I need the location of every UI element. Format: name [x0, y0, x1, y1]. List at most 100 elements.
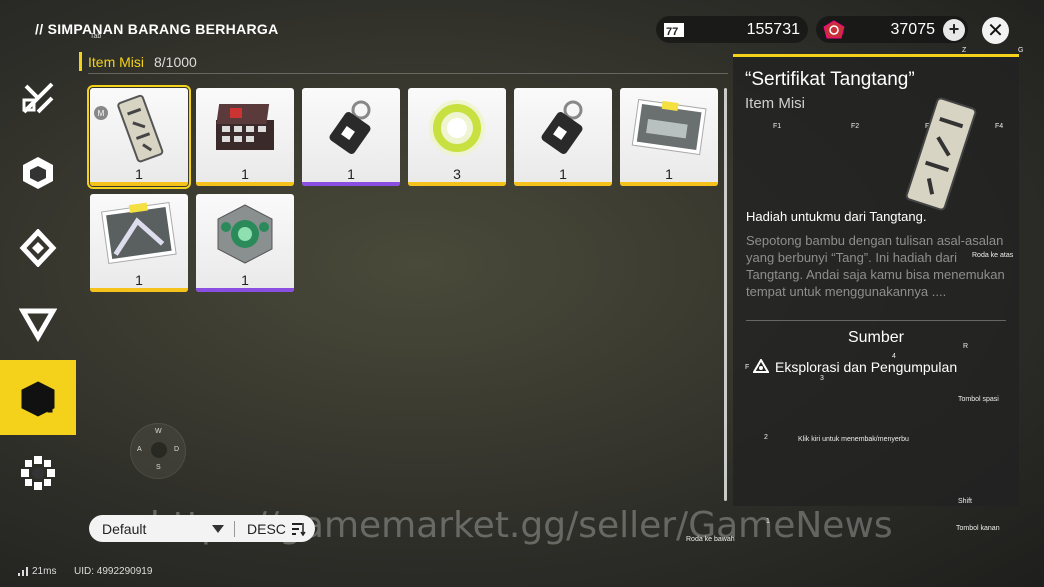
- item-card-photo-1[interactable]: 1: [620, 88, 718, 186]
- joy-a: A: [137, 446, 142, 453]
- hint-klik-kiri: Klik kiri untuk menembak/menyerbu: [798, 436, 909, 443]
- joy-w: W: [155, 428, 162, 435]
- item-card-keychain[interactable]: 1: [514, 88, 612, 186]
- item-qty: 1: [665, 166, 673, 182]
- sidebar-item-triangle[interactable]: [0, 285, 76, 360]
- combat-crossed-icon: [22, 82, 54, 113]
- sort-bar: Default DESC: [89, 515, 315, 542]
- rarity-bar: [90, 182, 188, 186]
- battery-pass-icon: 77: [661, 19, 687, 41]
- currency-gem-value: 37075: [890, 20, 936, 38]
- key-hint-f4: F4: [995, 123, 1004, 130]
- movement-joystick[interactable]: W A D S: [130, 423, 186, 479]
- detail-title: “Sertifikat Tangtang”: [745, 69, 915, 90]
- detail-subtitle: Hadiah untukmu dari Tangtang.: [746, 209, 927, 224]
- sidebar-item-shield[interactable]: [0, 210, 76, 285]
- rarity-bar: [408, 182, 506, 186]
- photo-image: [90, 194, 188, 274]
- joystick-knob[interactable]: [151, 442, 167, 458]
- hint-4: 4: [892, 353, 896, 360]
- source-header: Sumber: [847, 329, 905, 346]
- hint-roda-ke-atas: Roda ke atas: [972, 252, 1014, 259]
- currency-battery-value: 155731: [746, 20, 800, 38]
- hint-2: 2: [764, 434, 768, 441]
- category-name: Item Misi: [88, 53, 144, 70]
- item-card-photo-2[interactable]: 1: [90, 194, 188, 292]
- tab-key-hint: Tab: [90, 33, 102, 40]
- currency-gem[interactable]: 37075 +: [816, 16, 968, 43]
- item-qty: 1: [347, 166, 355, 182]
- item-qty: 1: [135, 166, 143, 182]
- signal-icon: [18, 567, 28, 576]
- sort-direction-button[interactable]: DESC: [235, 521, 315, 537]
- user-uid: UID: 4992290919: [74, 566, 153, 577]
- item-card-bamboo-tag[interactable]: M 1: [87, 85, 191, 189]
- hint-shift: Shift: [958, 498, 973, 505]
- grid-scrollbar[interactable]: [724, 88, 727, 501]
- page-title: // SIMPANAN BARANG BERHARGA: [35, 21, 279, 37]
- svg-text:77: 77: [666, 26, 678, 38]
- green-cube-device-image: [196, 194, 294, 274]
- key-hint-f1: F1: [773, 123, 782, 130]
- item-qty: 3: [453, 166, 461, 182]
- item-card-glowing-ring[interactable]: 3: [408, 88, 506, 186]
- ping-value: 21ms: [32, 566, 57, 577]
- keychain-tag-image: [514, 88, 612, 168]
- sidebar-item-gear[interactable]: [0, 435, 76, 510]
- item-qty: 1: [135, 272, 143, 288]
- sidebar-item-combat[interactable]: [0, 60, 76, 135]
- add-currency-button[interactable]: +: [943, 18, 965, 41]
- category-count: 8/1000: [154, 53, 197, 70]
- sidebar-item-mission-items[interactable]: [0, 360, 76, 435]
- hint-3: 3: [820, 375, 824, 382]
- hint-f: F: [745, 364, 750, 371]
- sidebar: [0, 60, 76, 490]
- joy-s: S: [156, 464, 161, 471]
- item-qty: 1: [241, 272, 249, 288]
- hint-tombol-spasi: Tombol spasi: [958, 396, 999, 403]
- currency-battery[interactable]: 77 155731: [656, 16, 808, 43]
- hint-tombol-kanan: Tombol kanan: [956, 525, 1000, 532]
- exploration-icon: [753, 359, 769, 373]
- close-button[interactable]: ✕: [982, 17, 1009, 44]
- sort-selected: Default: [102, 520, 147, 537]
- bamboo-tag-artwork: [905, 97, 977, 211]
- rarity-bar: [196, 288, 294, 292]
- glowing-ring-image: [408, 88, 506, 168]
- key-hint-z: Z: [962, 47, 967, 54]
- item-card-keychain-purple[interactable]: 1: [302, 88, 400, 186]
- item-card-green-cube[interactable]: 1: [196, 194, 294, 292]
- sidebar-item-cube[interactable]: [0, 135, 76, 210]
- sort-order-icon: [291, 522, 306, 536]
- category-header: Item Misi 8/1000: [79, 52, 197, 71]
- triangle-icon: [19, 308, 57, 342]
- box-alert-icon: [21, 380, 55, 417]
- rarity-bar: [90, 288, 188, 292]
- item-qty: 1: [241, 166, 249, 182]
- key-hint-g: G: [1018, 47, 1024, 54]
- item-qty: 1: [559, 166, 567, 182]
- chevron-down-icon: [212, 524, 224, 533]
- hint-r: R: [963, 343, 969, 350]
- hex-shield-icon: [19, 228, 57, 267]
- photo-image: [620, 88, 718, 168]
- detail-divider: [746, 320, 1006, 321]
- rarity-bar: [620, 182, 718, 186]
- source-item-label: Eksplorasi dan Pengumpulan: [775, 359, 958, 375]
- detail-type: Item Misi: [745, 95, 805, 112]
- source-item[interactable]: Eksplorasi dan Pengumpulan: [753, 359, 957, 375]
- rarity-bar: [196, 182, 294, 186]
- ping-indicator: 21ms: [18, 566, 56, 577]
- toolbox-image: [196, 88, 294, 168]
- sort-direction-label: DESC: [247, 520, 286, 537]
- m-badge: M: [94, 106, 108, 120]
- crystal-gem-icon: [821, 19, 847, 41]
- bamboo-tag-image: [90, 88, 188, 168]
- rarity-bar: [302, 182, 400, 186]
- item-card-toolbox[interactable]: 1: [196, 88, 294, 186]
- detail-description: Sepotong bambu dengan tulisan asal-asala…: [746, 233, 1005, 299]
- key-hint-f2: F2: [851, 123, 860, 130]
- cube-icon: [23, 156, 53, 189]
- sort-dropdown[interactable]: Default: [89, 521, 234, 537]
- rarity-bar: [514, 182, 612, 186]
